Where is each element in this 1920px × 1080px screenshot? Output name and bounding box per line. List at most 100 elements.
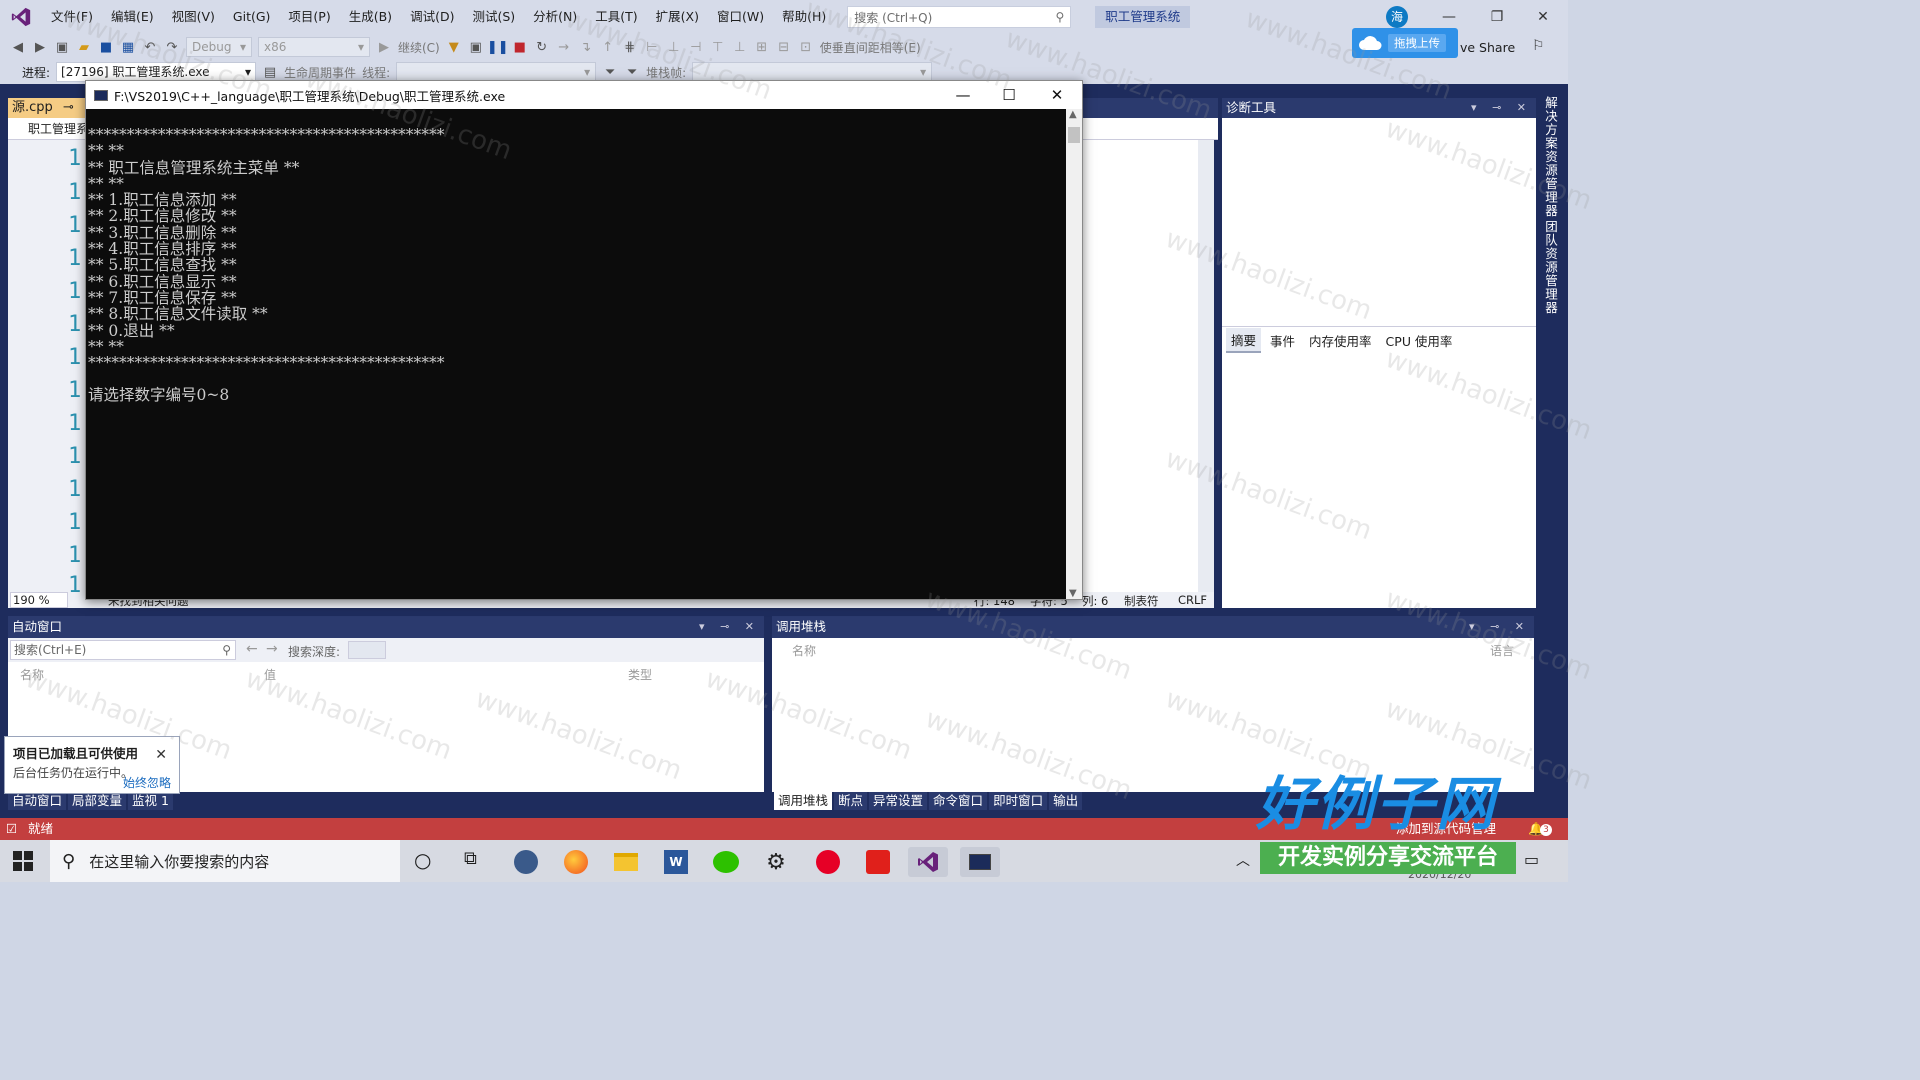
tab-exception-settings[interactable]: 异常设置	[869, 792, 928, 810]
user-avatar[interactable]: 海	[1386, 6, 1408, 28]
menu-analyze[interactable]: 分析(N)	[524, 0, 586, 34]
taskbar-settings-icon[interactable]: ⚙	[756, 847, 796, 877]
back-arrow-icon[interactable]: ←	[246, 641, 258, 657]
tab-immediate-window[interactable]: 即时窗口	[989, 792, 1048, 810]
continue-icon[interactable]: ▶	[376, 39, 392, 55]
console-output[interactable]: ****************************************…	[86, 127, 1064, 597]
tab-call-stack[interactable]: 调用堆栈	[774, 792, 833, 810]
restart-icon[interactable]: ↻	[534, 39, 550, 55]
tab-cpu-usage[interactable]: CPU 使用率	[1381, 329, 1458, 352]
tab-autos[interactable]: 自动窗口	[8, 792, 67, 810]
search-input[interactable]: 搜索 (Ctrl+Q) ⚲	[847, 6, 1072, 28]
menu-git[interactable]: Git(G)	[224, 0, 280, 34]
align-middle-icon[interactable]: ⊥	[732, 39, 748, 55]
process-select[interactable]: [27196] 职工管理系统.exe ▾	[56, 62, 257, 82]
column-type[interactable]: 类型	[628, 666, 652, 683]
tab-locals[interactable]: 局部变量	[68, 792, 127, 810]
visual-studio-logo-icon[interactable]	[10, 6, 32, 28]
configuration-select[interactable]: Debug ▾	[186, 37, 252, 57]
new-project-icon[interactable]: ▣	[54, 39, 70, 55]
tab-source-cpp[interactable]: 源.cpp ⊸	[8, 98, 88, 118]
live-share-button[interactable]: ve Share	[1460, 40, 1515, 55]
screenshot-icon[interactable]: ▣	[468, 39, 484, 55]
undo-icon[interactable]: ↶	[142, 39, 158, 55]
scrollbar-thumb[interactable]	[1068, 127, 1080, 143]
feedback-icon[interactable]: ⚐	[1532, 38, 1545, 54]
align-right-icon[interactable]: ⊣	[688, 39, 704, 55]
menu-test[interactable]: 测试(S)	[463, 0, 524, 34]
pin-icon[interactable]: ⊸	[63, 100, 74, 115]
same-height-icon[interactable]: ⊟	[776, 39, 792, 55]
tab-summary[interactable]: 摘要	[1226, 328, 1262, 353]
console-minimize-icon[interactable]: —	[940, 81, 986, 109]
menu-extensions[interactable]: 扩展(X)	[647, 0, 708, 34]
menu-file[interactable]: 文件(F)	[42, 0, 102, 34]
column-value[interactable]: 值	[264, 666, 276, 683]
scroll-up-icon[interactable]: ▲	[1069, 109, 1077, 120]
align-center-icon[interactable]: ⊥	[666, 39, 682, 55]
column-name[interactable]: 名称	[792, 642, 816, 659]
open-folder-icon[interactable]: ▰	[76, 39, 92, 55]
pane-window-buttons[interactable]: ▾ ⊸ ✕	[1469, 616, 1530, 638]
lifecycle-events-button[interactable]: 生命周期事件	[284, 64, 356, 81]
auto-window-search-input[interactable]: 搜索(Ctrl+E) ⚲	[10, 640, 236, 660]
windows-start-icon[interactable]	[12, 850, 34, 872]
taskbar-wechat-icon[interactable]	[706, 847, 746, 877]
forward-arrow-icon[interactable]: →	[266, 641, 278, 657]
tabs-indicator[interactable]: 制表符	[1124, 593, 1159, 609]
continue-button[interactable]: 继续(C)	[398, 39, 440, 56]
solution-explorer-tab[interactable]: 解决方案资源管理器	[1541, 96, 1560, 218]
menu-project[interactable]: 项目(P)	[279, 0, 339, 34]
console-window[interactable]: F:\VS2019\C++_language\职工管理系统\Debug\职工管理…	[85, 80, 1083, 600]
eol-indicator[interactable]: CRLF	[1178, 593, 1207, 607]
taskbar-console-icon[interactable]	[960, 847, 1000, 877]
stop-icon[interactable]: ■	[512, 39, 528, 55]
zoom-select[interactable]: 190 %	[10, 592, 68, 608]
stack-frame-select[interactable]: ▾	[692, 62, 933, 82]
save-icon[interactable]: ■	[98, 39, 114, 55]
tab-events[interactable]: 事件	[1265, 329, 1300, 352]
console-maximize-icon[interactable]: ☐	[986, 81, 1032, 109]
align-top-icon[interactable]: ⊤	[710, 39, 726, 55]
filter-clear-icon[interactable]: ⏷	[624, 64, 640, 80]
taskbar-word-icon[interactable]: W	[656, 847, 696, 877]
tray-chevron-up-icon[interactable]: ︿	[1236, 850, 1250, 870]
taskbar-acrobat-icon[interactable]	[858, 847, 898, 877]
same-size-icon[interactable]: ⊡	[798, 39, 814, 55]
close-icon[interactable]: ✕	[1520, 0, 1566, 34]
taskbar-firefox-icon[interactable]	[556, 847, 596, 877]
drag-upload-button[interactable]: 拖拽上传	[1352, 28, 1458, 58]
find-icon[interactable]: ▼	[446, 39, 462, 55]
step-over-icon[interactable]: ↴	[578, 39, 594, 55]
always-ignore-link[interactable]: 始终忽略	[123, 774, 171, 791]
align-left-icon[interactable]: ⊢	[644, 39, 660, 55]
tab-output[interactable]: 输出	[1049, 792, 1083, 810]
back-icon[interactable]: ◀	[10, 39, 26, 55]
vertical-spacing-button[interactable]: 使垂直间距相等(E)	[820, 39, 921, 56]
hex-icon[interactable]: ⋕	[622, 39, 638, 55]
restore-icon[interactable]: ❐	[1474, 0, 1520, 34]
thread-select[interactable]: ▾	[396, 62, 597, 82]
tab-breakpoints[interactable]: 断点	[834, 792, 868, 810]
team-explorer-tab[interactable]: 团队资源管理器	[1541, 220, 1560, 315]
action-center-icon[interactable]: ▭	[1524, 850, 1539, 869]
save-all-icon[interactable]: ▦	[120, 39, 136, 55]
menu-build[interactable]: 生成(B)	[340, 0, 401, 34]
cortana-icon[interactable]: ○	[414, 848, 431, 872]
menu-edit[interactable]: 编辑(E)	[102, 0, 163, 34]
menu-window[interactable]: 窗口(W)	[708, 0, 773, 34]
platform-select[interactable]: x86 ▾	[258, 37, 370, 57]
taskbar-visual-studio-icon[interactable]	[908, 847, 948, 877]
editor-scrollbar[interactable]	[1198, 140, 1214, 592]
menu-tools[interactable]: 工具(T)	[586, 0, 646, 34]
column-language[interactable]: 语言	[1490, 642, 1514, 659]
step-into-icon[interactable]: →	[556, 39, 572, 55]
pause-icon[interactable]: ❚❚	[487, 39, 509, 55]
menu-view[interactable]: 视图(V)	[163, 0, 224, 34]
panel-window-buttons[interactable]: ▾ ⊸ ✕	[1471, 98, 1532, 118]
close-icon[interactable]: ✕	[155, 747, 167, 763]
redo-icon[interactable]: ↷	[164, 39, 180, 55]
task-view-icon[interactable]: ⧉	[464, 848, 477, 869]
tab-memory-usage[interactable]: 内存使用率	[1304, 329, 1377, 352]
filter-icon[interactable]: ⏷	[602, 64, 618, 80]
